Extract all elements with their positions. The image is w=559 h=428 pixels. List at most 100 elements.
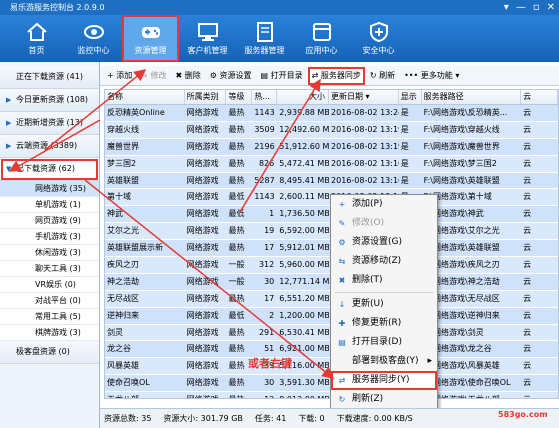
refresh-button[interactable]: ↻ 刷新	[367, 68, 398, 84]
context-menu-item[interactable]: ⚙ 资源设置(G)	[331, 233, 437, 252]
table-cell: 最热	[228, 226, 245, 236]
nav-monitor[interactable]: 监控中心	[65, 15, 122, 62]
open-directory-button[interactable]: ▤ 打开目录	[257, 68, 305, 84]
table-cell: 龙之谷	[107, 344, 131, 354]
table-cell: 云	[523, 243, 532, 253]
expand-arrow-icon: ▶	[6, 96, 12, 104]
menu-item-label: 删除(T)	[352, 275, 383, 285]
sidebar-subitem[interactable]: 网页游戏 (9)	[0, 213, 99, 229]
context-menu-item[interactable]: + 添加(P)	[331, 195, 437, 214]
eye-icon	[83, 25, 104, 39]
table-cell: 是	[400, 158, 409, 168]
column-header[interactable]: 服务器路径	[422, 90, 522, 104]
status-speed: 下载速度: 0.00 KB/S	[336, 414, 413, 423]
nav-label: 安全中心	[362, 46, 395, 55]
sidebar-subitem[interactable]: 手机游戏 (3)	[0, 229, 99, 245]
context-menu-item[interactable]: ✖ 删除(T)	[331, 271, 437, 290]
context-menu-item[interactable]: ⇄ 服务器同步(Y)	[331, 371, 437, 390]
table-cell: 8,012.00 MB	[277, 392, 329, 398]
column-header[interactable]: 更新日期 ▾	[329, 90, 399, 104]
table-row[interactable]: 穿越火线 网络游戏最热 3509 12,492.60 MB2016-08-02 13:…	[105, 121, 558, 139]
nav-servers[interactable]: 服务器管理	[236, 15, 293, 62]
nav-clients[interactable]: 客户机管理	[179, 15, 236, 62]
context-menu-item[interactable]: 部署到极客盘(Y) ▸	[331, 352, 437, 371]
table-row[interactable]: 反恐精英Online 网络游戏 最热 1143 2,939.88 MB 2016-08-0…	[105, 105, 558, 122]
resource-settings-button[interactable]: ⚙ 资源设置	[207, 68, 255, 84]
server-sync-button[interactable]: ⇄ 服务器同步	[307, 66, 365, 85]
sidebar-item-recent-added[interactable]: ▶ 近期新增资源 (13)	[0, 112, 99, 135]
table-cell: 疾风之刃	[107, 260, 139, 270]
column-header[interactable]: 大小	[277, 90, 330, 104]
table-cell: 是	[400, 124, 409, 134]
sidebar-subitem[interactable]: 棋牌游戏 (3)	[0, 325, 99, 341]
sidebar-subitem[interactable]: 对战平台 (0)	[0, 293, 99, 309]
table-cell: 最热	[228, 141, 245, 151]
minimize-button[interactable]: —	[516, 0, 526, 15]
table-row[interactable]: 英雄联盟 网络游戏 最热 5287 8,495.41 MB 2016-08-02 13:1…	[105, 172, 558, 190]
table-cell: 网络游戏	[186, 276, 219, 286]
sidebar-item-today-updated[interactable]: ▶ 今日更新资源 (108)	[0, 89, 99, 112]
delete-button[interactable]: ✖ 删除	[173, 68, 204, 84]
nav-label: 客户机管理	[187, 46, 228, 55]
nav-resources[interactable]: 资源管理	[122, 15, 179, 62]
sidebar-subitem[interactable]: 聊天工具 (3)	[0, 261, 99, 277]
maximize-button[interactable]: ▫	[533, 0, 540, 15]
sidebar-item-cloud[interactable]: ▶ 云端资源 (3389)	[0, 135, 99, 158]
edit-button[interactable]: ✎ 修改	[138, 68, 169, 84]
sidebar-subitem[interactable]: 网络游戏 (35)	[0, 181, 99, 197]
sidebar-item-downloading[interactable]: 正在下载资源 (41)	[0, 66, 99, 89]
table-cell: 12,492.60 MB	[279, 124, 330, 134]
nav-security[interactable]: 安全中心	[350, 15, 407, 62]
context-menu-item[interactable]: ⇆ 资源移动(Z)	[331, 252, 437, 271]
table-cell: 2016-08-02 13:19:17	[331, 141, 399, 151]
sidebar-item-label: 近期新增资源 (13)	[16, 118, 83, 127]
menu-item-label: 添加(P)	[352, 199, 383, 209]
context-menu-item[interactable]: ✚ 修复更新(R)	[331, 314, 437, 333]
gamepad-icon	[141, 27, 160, 38]
menu-item-icon: ⇆	[338, 257, 346, 266]
menu-item-label: 资源设置(G)	[352, 237, 402, 247]
column-header[interactable]: 云	[521, 90, 558, 104]
sidebar-subitem[interactable]: 常用工具 (5)	[0, 309, 99, 325]
sidebar-subitem[interactable]: VR娱乐 (0)	[0, 277, 99, 293]
sidebar-subitem[interactable]: 休闲游戏 (3)	[0, 245, 99, 261]
table-cell: 6,530.41 MB	[279, 327, 330, 337]
column-header[interactable]: 显示	[399, 90, 422, 104]
context-menu-item[interactable]: ↻ 刷新(Z)	[331, 390, 437, 409]
table-cell: 云	[523, 158, 532, 168]
nav-home[interactable]: 首页	[8, 15, 65, 62]
table-row[interactable]: 梦三国2 网络游戏最热 826 5,472.41 MB2016-08-02 13:16…	[105, 155, 558, 173]
table-cell: 网络游戏	[186, 361, 219, 371]
add-button[interactable]: + 添加	[104, 68, 135, 84]
table-cell: 8,495.41 MB	[279, 175, 330, 185]
context-menu-item[interactable]: ▤ 打开目录(D)	[331, 333, 437, 352]
column-header[interactable]: 所属类别	[185, 90, 227, 104]
table-header: 名称 所属类别 等级 热... 大小 更新日期 ▾ 显示 服务器路径 云	[105, 90, 558, 105]
table-cell: 一般	[228, 276, 245, 286]
column-header[interactable]: 名称	[105, 90, 185, 104]
sidebar-item-downloaded[interactable]: ▼ 已下载资源 (62)	[0, 158, 99, 181]
column-header[interactable]: 等级	[226, 90, 253, 104]
table-cell: 云	[523, 108, 532, 117]
table-cell: 12,771.14 MB	[279, 276, 330, 286]
context-menu-item[interactable]: ✎ 修改(O)	[331, 214, 437, 233]
table-cell: 网络游戏	[186, 175, 219, 185]
table-cell: 网络游戏	[186, 310, 219, 320]
context-menu-item[interactable]: ↓ 更新(U)	[331, 295, 437, 314]
status-total: 资源总数: 35	[104, 414, 152, 423]
table-cell: 291	[258, 327, 275, 337]
nav-apps[interactable]: 应用中心	[293, 15, 350, 62]
more-functions-button[interactable]: ••• 更多功能 ▾	[401, 68, 462, 84]
close-button[interactable]: ✕	[547, 0, 555, 15]
menu-dropdown-button[interactable]: ▾	[504, 0, 509, 15]
table-row[interactable]: 魔兽世界 网络游戏最热 2196 51,912.60 MB2016-08-02 13:…	[105, 138, 558, 156]
table-cell: 云	[523, 327, 532, 337]
sidebar-item-geek-disk[interactable]: 极客盘资源 (0)	[0, 341, 99, 364]
table-cell: 6,551.20 MB	[279, 293, 330, 303]
sidebar-subitem[interactable]: 单机游戏 (1)	[0, 197, 99, 213]
table-cell: 云	[523, 192, 532, 202]
column-header[interactable]: 热...	[252, 90, 278, 104]
menu-item-icon: ↓	[338, 300, 346, 309]
table-cell: 网络游戏	[186, 226, 219, 236]
window-title: 易乐游服务控制台 2.0.9.0	[10, 3, 105, 12]
